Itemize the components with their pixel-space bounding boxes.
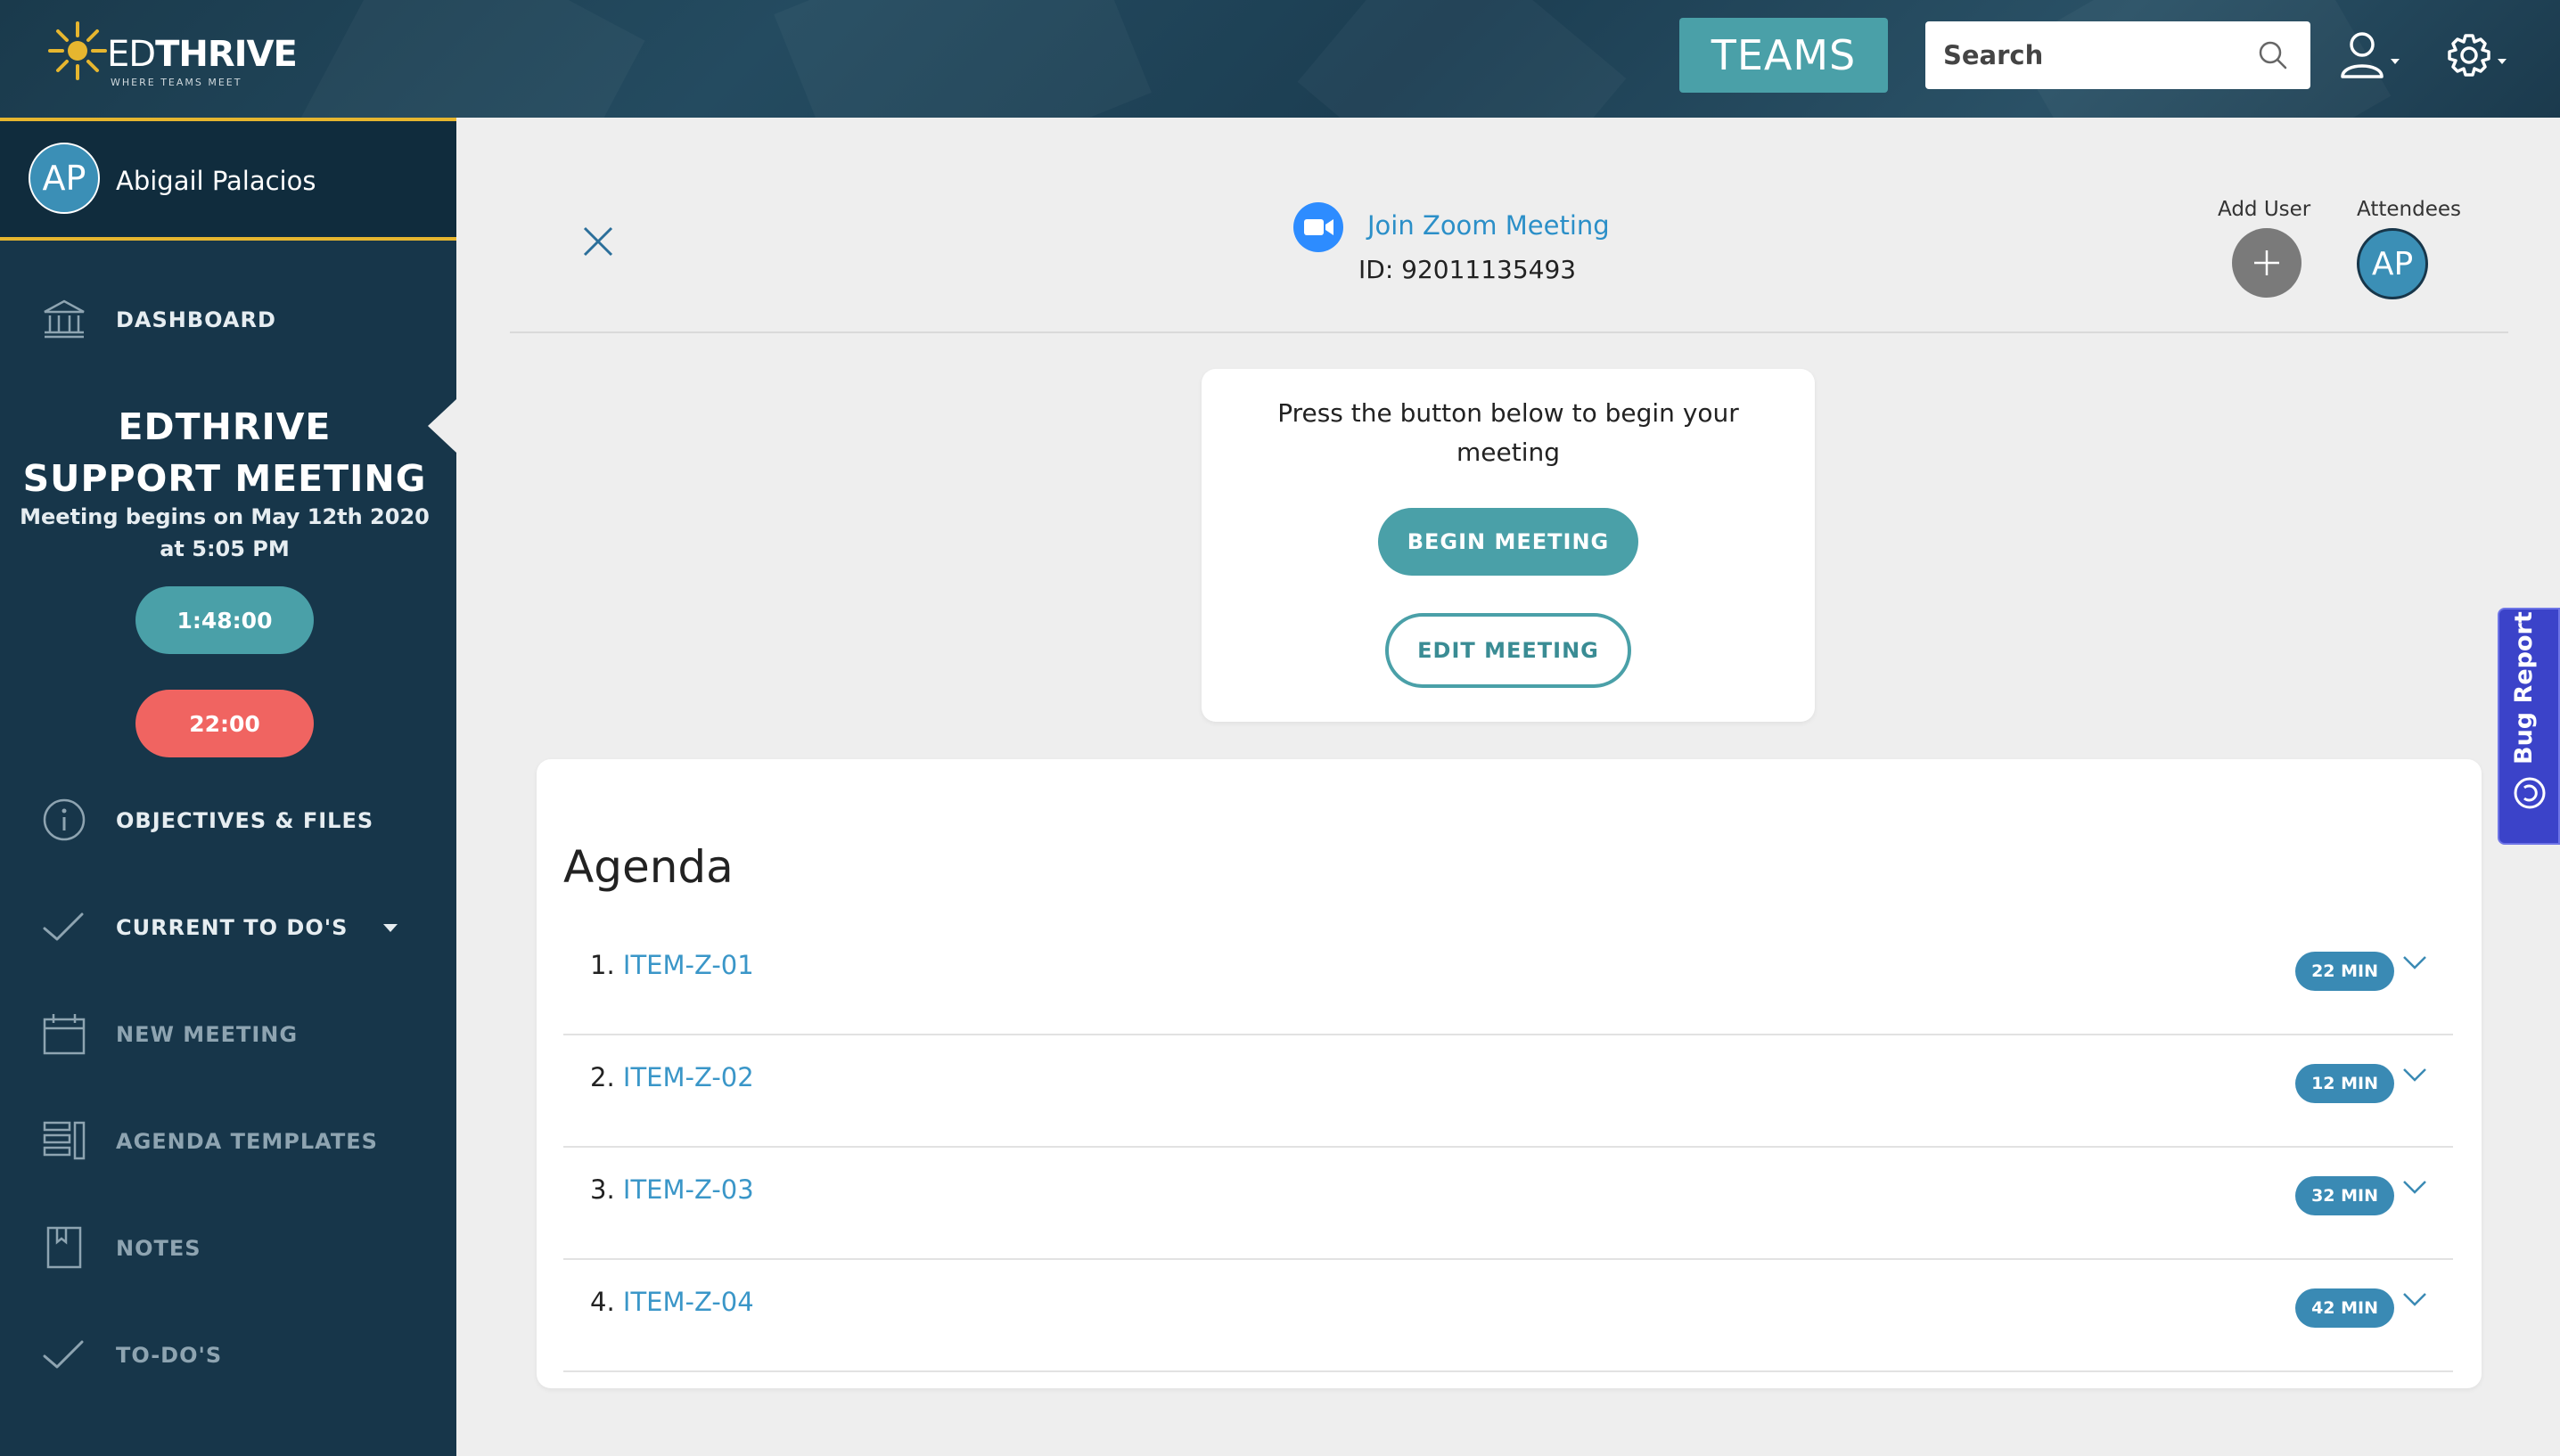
info-icon xyxy=(43,798,86,841)
duration-badge: 12 MIN xyxy=(2295,1064,2394,1103)
agenda-item[interactable]: 4. ITEM-Z-04 42 MIN xyxy=(563,1260,2453,1372)
sidebar-item-label: OBJECTIVES & FILES xyxy=(116,808,374,833)
duration-badge: 42 MIN xyxy=(2295,1288,2394,1328)
agenda-item-title: 1. ITEM-Z-01 xyxy=(590,950,754,980)
agenda-item-link[interactable]: ITEM-Z-02 xyxy=(623,1062,754,1092)
chevron-down-icon[interactable] xyxy=(2401,1288,2428,1310)
agenda-item-title: 4. ITEM-Z-04 xyxy=(590,1287,754,1317)
meeting-start-line2: at 5:05 PM xyxy=(160,536,290,561)
edit-meeting-button[interactable]: EDIT MEETING xyxy=(1385,613,1631,688)
sidebar-item-objectives[interactable]: OBJECTIVES & FILES xyxy=(0,788,456,850)
sidebar-item-todos[interactable]: TO-DO'S xyxy=(0,1322,456,1385)
meeting-start-time: Meeting begins on May 12th 2020 at 5:05 … xyxy=(0,501,449,565)
plus-icon xyxy=(2254,250,2279,275)
sidebar-item-label: NOTES xyxy=(116,1236,201,1261)
begin-prompt: Press the button below to begin your mee… xyxy=(1277,398,1739,467)
meeting-title: EDTHRIVE SUPPORT MEETING xyxy=(0,401,449,504)
attendee-avatar[interactable]: AP xyxy=(2357,228,2428,299)
list-icon xyxy=(43,1121,86,1160)
meeting-start-line1: Meeting begins on May 12th 2020 xyxy=(20,504,430,529)
search-box xyxy=(1925,21,2310,89)
agenda-item[interactable]: 3. ITEM-Z-03 32 MIN xyxy=(563,1148,2453,1260)
notebook-icon xyxy=(46,1226,82,1269)
agenda-item-link[interactable]: ITEM-Z-01 xyxy=(623,950,754,980)
agenda-item-link[interactable]: ITEM-Z-03 xyxy=(623,1174,754,1205)
user-card[interactable]: AP Abigail Palacios xyxy=(0,118,456,241)
agenda-item[interactable]: 2. ITEM-Z-02 12 MIN xyxy=(563,1035,2453,1148)
duration-badge: 22 MIN xyxy=(2295,952,2394,991)
bug-report-tab[interactable]: Bug Report xyxy=(2498,608,2560,845)
user-menu-icon[interactable] xyxy=(2335,29,2407,82)
user-name: Abigail Palacios xyxy=(116,166,316,196)
meeting-title-line1: EDTHRIVE xyxy=(118,405,332,448)
check-icon xyxy=(43,1340,84,1369)
agenda-title: Agenda xyxy=(563,841,734,893)
chevron-down-icon[interactable] xyxy=(2401,952,2428,973)
sidebar-item-label: TO-DO'S xyxy=(116,1343,223,1368)
bug-report-label: Bug Report xyxy=(2510,611,2538,765)
total-timer-pill[interactable]: 1:48:00 xyxy=(135,586,314,654)
search-input[interactable] xyxy=(1943,34,2246,77)
header-texture xyxy=(1298,0,1627,118)
attendees-label: Attendees xyxy=(2357,198,2461,221)
gear-icon[interactable] xyxy=(2442,29,2514,82)
sun-logo-icon xyxy=(48,21,107,80)
sidebar-item-notes[interactable]: NOTES xyxy=(0,1215,456,1278)
add-user-button[interactable] xyxy=(2232,228,2302,298)
close-icon[interactable] xyxy=(576,219,620,264)
sidebar-item-agenda-templates[interactable]: AGENDA TEMPLATES xyxy=(0,1108,456,1171)
sidebar-item-new-meeting[interactable]: NEW MEETING xyxy=(0,1002,456,1064)
agenda-item-title: 3. ITEM-Z-03 xyxy=(590,1174,754,1205)
calendar-icon xyxy=(43,1014,86,1055)
teams-button[interactable]: TEAMS xyxy=(1679,18,1888,93)
agenda-item-title: 2. ITEM-Z-02 xyxy=(590,1062,754,1092)
caret-down-icon[interactable] xyxy=(382,921,399,934)
sidebar-item-dashboard[interactable]: DASHBOARD xyxy=(0,287,456,349)
begin-meeting-button[interactable]: BEGIN MEETING xyxy=(1378,508,1638,576)
chevron-down-icon[interactable] xyxy=(2401,1064,2428,1085)
zoom-meeting-id: ID: 92011135493 xyxy=(1358,255,1577,284)
remaining-timer-pill[interactable]: 22:00 xyxy=(135,690,314,757)
sidebar-item-label: CURRENT TO DO'S xyxy=(116,915,349,940)
building-icon xyxy=(44,299,85,339)
search-icon[interactable] xyxy=(2255,37,2291,73)
duration-badge: 32 MIN xyxy=(2295,1176,2394,1215)
agenda-card: Agenda 1. ITEM-Z-01 22 MIN 2. ITEM-Z-02 … xyxy=(537,759,2482,1388)
top-bar: EDTHRIVE WHERE TEAMS MEET TEAMS xyxy=(0,0,2560,118)
avatar: AP xyxy=(29,143,100,214)
logo-wordmark: EDTHRIVE xyxy=(107,34,298,75)
join-zoom-link[interactable]: Join Zoom Meeting xyxy=(1367,210,1610,241)
edthrive-logo[interactable]: EDTHRIVE WHERE TEAMS MEET xyxy=(46,20,298,91)
agenda-item-link[interactable]: ITEM-Z-04 xyxy=(623,1287,754,1317)
check-icon xyxy=(43,912,84,941)
sidebar-item-current-todos[interactable]: CURRENT TO DO'S xyxy=(0,895,456,957)
add-user-label: Add User xyxy=(2218,198,2311,221)
header-texture xyxy=(774,0,1152,118)
bug-report-icon xyxy=(2514,777,2546,809)
sidebar-item-label: AGENDA TEMPLATES xyxy=(116,1129,378,1154)
header-texture xyxy=(300,0,645,118)
sidebar-item-label: NEW MEETING xyxy=(116,1022,299,1047)
header-divider xyxy=(510,331,2508,333)
begin-meeting-card: Press the button below to begin your mee… xyxy=(1202,369,1815,722)
sidebar-item-label: DASHBOARD xyxy=(116,307,276,332)
agenda-item[interactable]: 1. ITEM-Z-01 22 MIN xyxy=(563,923,2453,1035)
logo-tagline: WHERE TEAMS MEET xyxy=(111,77,242,88)
chevron-down-icon[interactable] xyxy=(2401,1176,2428,1198)
sidebar: AP Abigail Palacios DASHBOARD EDTHRIVE S… xyxy=(0,118,456,1456)
meeting-title-line2: SUPPORT MEETING xyxy=(22,457,427,500)
video-camera-icon xyxy=(1293,202,1343,252)
